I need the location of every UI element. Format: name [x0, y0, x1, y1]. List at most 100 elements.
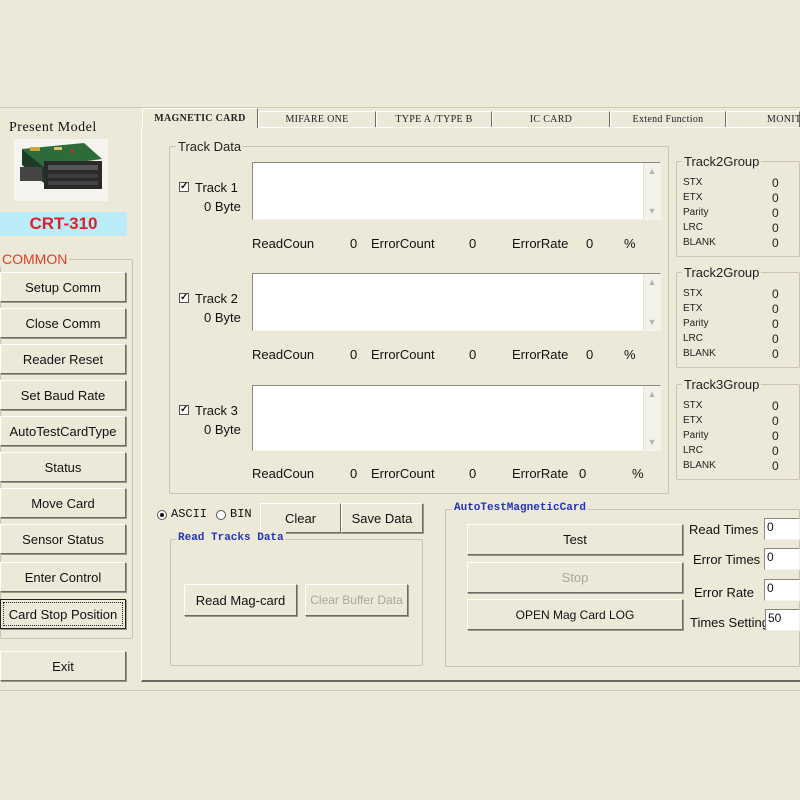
read-mag-card-button[interactable]: Read Mag-card [184, 584, 297, 616]
group2-lrc-label: LRC [683, 333, 704, 344]
exit-button[interactable]: Exit [0, 651, 126, 681]
scroll-down-icon[interactable]: ▼ [644, 434, 660, 450]
scroll-up-icon[interactable]: ▲ [644, 274, 660, 290]
group2-stx-value: 0 [772, 287, 779, 301]
group3-blank-label: BLANK [683, 460, 716, 471]
track3-group-title: Track3Group [682, 377, 762, 392]
tab-monitor[interactable]: MONITO [726, 111, 800, 127]
group2-lrc-value: 0 [772, 332, 779, 346]
bin-radio[interactable] [216, 510, 226, 520]
group2-etx-value: 0 [772, 302, 779, 316]
track-2-error-count-label: ErrorCount [371, 347, 435, 362]
tab-extend-function[interactable]: Extend Function [610, 111, 726, 127]
track-1-data-textarea[interactable]: ▲ ▼ [252, 162, 661, 220]
bin-label: BIN [230, 507, 252, 521]
read-times-field[interactable]: 0 [764, 518, 800, 540]
group3-parity-label: Parity [683, 430, 709, 441]
tab-magnetic-card[interactable]: MAGNETIC CARD [142, 108, 258, 128]
group1-lrc-label: LRC [683, 222, 704, 233]
track-3-error-count: 0 [469, 466, 477, 481]
track-3-data-textarea[interactable]: ▲ ▼ [252, 385, 661, 451]
stop-button[interactable]: Stop [467, 562, 683, 593]
auto-test-title: AutoTestMagneticCard [452, 502, 589, 514]
window-bottom-edge [0, 690, 800, 691]
track-2-percent: % [624, 347, 636, 362]
track-3-percent: % [632, 466, 644, 481]
track-3-checkbox[interactable]: ✓ [179, 405, 189, 415]
clear-button[interactable]: Clear [260, 503, 341, 533]
error-rate-field[interactable]: 0 [764, 579, 800, 601]
track-1-error-rate: 0 [586, 236, 594, 251]
group1-stx-value: 0 [772, 176, 779, 190]
track-3-error-rate: 0 [579, 466, 587, 481]
group2-parity-value: 0 [772, 317, 779, 331]
track-2-checkbox[interactable]: ✓ [179, 293, 189, 303]
window-top-edge [0, 107, 800, 108]
scroll-up-icon[interactable]: ▲ [644, 163, 660, 179]
track-1-scrollbar[interactable]: ▲ ▼ [643, 163, 660, 219]
track-2-error-rate-label: ErrorRate [512, 347, 569, 362]
track-1-error-rate-label: ErrorRate [512, 236, 569, 251]
save-data-button[interactable]: Save Data [341, 503, 423, 533]
scroll-up-icon[interactable]: ▲ [644, 386, 660, 402]
clear-buffer-data-button[interactable]: Clear Buffer Data [305, 584, 408, 616]
reader-reset-button[interactable]: Reader Reset [0, 344, 126, 374]
group1-blank-value: 0 [772, 236, 779, 250]
group3-blank-value: 0 [772, 459, 779, 473]
group1-blank-label: BLANK [683, 237, 716, 248]
auto-test-card-type-button[interactable]: AutoTestCardType [0, 416, 126, 446]
track-3-bytes: 0 Byte [204, 422, 241, 437]
group3-parity-value: 0 [772, 429, 779, 443]
tab-mifare-one[interactable]: MIFARE ONE [258, 111, 376, 127]
ascii-radio[interactable] [157, 510, 167, 520]
group1-stx-label: STX [683, 177, 703, 188]
tab-type-a-type-b[interactable]: TYPE A /TYPE B [376, 111, 492, 127]
track-2-scrollbar[interactable]: ▲ ▼ [643, 274, 660, 330]
group2-blank-value: 0 [772, 347, 779, 361]
group3-etx-label: ETX [683, 415, 703, 426]
error-rate-label: Error Rate [694, 585, 754, 600]
read-times-label: Read Times [689, 522, 759, 537]
open-mag-card-log-button[interactable]: OPEN Mag Card LOG [467, 599, 683, 630]
track-3-error-count-label: ErrorCount [371, 466, 435, 481]
present-model-label: Present Model [9, 120, 97, 135]
card-stop-position-button[interactable]: Card Stop Position [0, 599, 126, 629]
track2-group-2-title: Track2Group [682, 265, 762, 280]
times-setting-field[interactable]: 50 [765, 609, 800, 631]
track-data-title: Track Data [176, 139, 244, 154]
enter-control-button[interactable]: Enter Control [0, 562, 126, 592]
track-2-label: Track 2 [195, 291, 238, 306]
track-1-error-count: 0 [469, 236, 477, 251]
scroll-down-icon[interactable]: ▼ [644, 314, 660, 330]
tab-ic-card[interactable]: IC CARD [492, 111, 610, 127]
track-3-read-count-label: ReadCoun [252, 466, 315, 481]
read-tracks-data-title: Read Tracks Data [176, 532, 286, 544]
track-3-read-count: 0 [350, 466, 358, 481]
track-1-percent: % [624, 236, 636, 251]
track-1-checkbox[interactable]: ✓ [179, 182, 189, 192]
group1-lrc-value: 0 [772, 221, 779, 235]
track-3-scrollbar[interactable]: ▲ ▼ [643, 386, 660, 450]
ascii-label: ASCII [171, 507, 208, 521]
model-name-badge: CRT-310 [0, 212, 127, 236]
track-1-bytes: 0 Byte [204, 199, 241, 214]
track-2-error-rate: 0 [586, 347, 594, 362]
sensor-status-button[interactable]: Sensor Status [0, 524, 126, 554]
status-button[interactable]: Status [0, 452, 126, 482]
move-card-button[interactable]: Move Card [0, 488, 126, 518]
error-times-field[interactable]: 0 [764, 548, 800, 570]
close-comm-button[interactable]: Close Comm [0, 308, 126, 338]
group2-parity-label: Parity [683, 318, 709, 329]
track-1-label: Track 1 [195, 180, 238, 195]
scroll-down-icon[interactable]: ▼ [644, 203, 660, 219]
track-2-read-count: 0 [350, 347, 358, 362]
track-3-error-rate-label: ErrorRate [512, 466, 569, 481]
group3-stx-value: 0 [772, 399, 779, 413]
test-button[interactable]: Test [467, 524, 683, 555]
track-3-label: Track 3 [195, 403, 238, 418]
group1-etx-label: ETX [683, 192, 703, 203]
track-2-data-textarea[interactable]: ▲ ▼ [252, 273, 661, 331]
set-baud-rate-button[interactable]: Set Baud Rate [0, 380, 126, 410]
track2-group-1-title: Track2Group [682, 154, 762, 169]
setup-comm-button[interactable]: Setup Comm [0, 272, 126, 302]
